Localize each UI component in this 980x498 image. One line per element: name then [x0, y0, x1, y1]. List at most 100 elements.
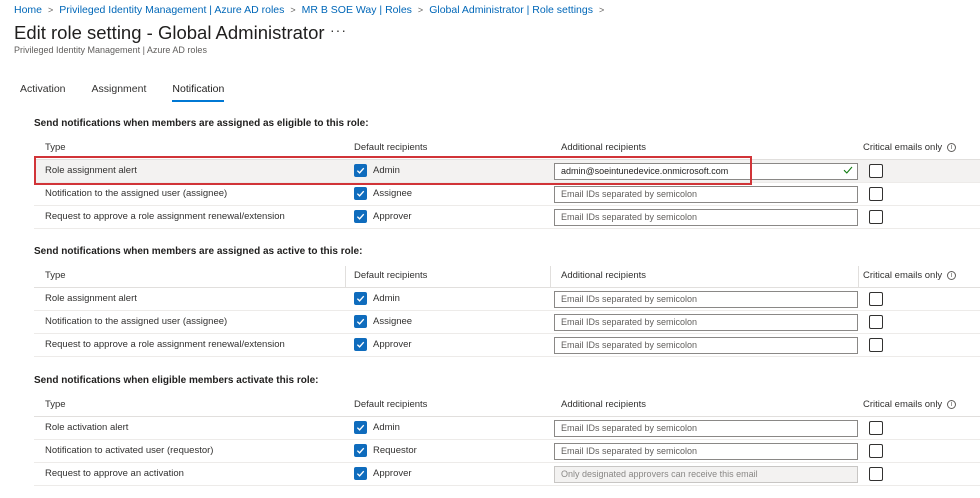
default-recipient-checkbox[interactable] [354, 444, 367, 457]
column-header-default: Default recipients [354, 399, 428, 410]
default-recipient: Approver [354, 210, 412, 223]
row-type: Notification to activated user (requesto… [45, 445, 214, 456]
check-icon [843, 166, 853, 174]
default-recipient-checkbox[interactable] [354, 164, 367, 177]
default-recipient: Requestor [354, 444, 417, 457]
column-header-additional: Additional recipients [561, 142, 647, 153]
additional-recipients-value: admin@soeintunedevice.onmicrosoft.com [561, 166, 729, 176]
additional-recipients-input[interactable]: Email IDs separated by semicolon [554, 337, 858, 354]
column-divider [858, 266, 859, 288]
default-recipient-label: Admin [373, 422, 400, 433]
default-recipient-label: Admin [373, 293, 400, 304]
table-row: Request to approve a role assignment ren… [34, 206, 980, 229]
column-header-default: Default recipients [354, 142, 428, 153]
breadcrumb-home[interactable]: Home [14, 4, 42, 16]
info-icon[interactable]: i [947, 399, 957, 409]
table-row: Notification to the assigned user (assig… [34, 311, 980, 334]
chevron-right-icon: > [290, 5, 296, 15]
row-type: Role assignment alert [45, 165, 137, 176]
table-row: Request to approve an activation Approve… [34, 463, 980, 486]
default-recipient: Admin [354, 164, 400, 177]
chevron-right-icon: > [599, 5, 605, 15]
breadcrumb-roles[interactable]: MR B SOE Way | Roles [302, 4, 412, 16]
breadcrumb-pim-azure-ad-roles[interactable]: Privileged Identity Management | Azure A… [59, 4, 284, 16]
row-type: Role assignment alert [45, 293, 137, 304]
default-recipient-checkbox[interactable] [354, 467, 367, 480]
default-recipient-checkbox[interactable] [354, 338, 367, 351]
column-header-critical: Critical emails only i [863, 142, 957, 153]
chevron-right-icon: > [48, 5, 54, 15]
default-recipient-checkbox[interactable] [354, 187, 367, 200]
breadcrumb-role-settings[interactable]: Global Administrator | Role settings [429, 4, 593, 16]
chevron-right-icon: > [417, 5, 424, 15]
row-type: Role activation alert [45, 422, 129, 433]
default-recipient-checkbox[interactable] [354, 210, 367, 223]
breadcrumb: Home > Privileged Identity Management | … [14, 4, 610, 16]
row-type: Notification to the assigned user (assig… [45, 188, 228, 199]
page-subtitle: Privileged Identity Management | Azure A… [14, 45, 207, 55]
row-type: Notification to the assigned user (assig… [45, 316, 228, 327]
column-header-default: Default recipients [354, 270, 428, 281]
default-recipient-label: Approver [373, 211, 412, 222]
critical-emails-checkbox[interactable] [869, 210, 883, 224]
default-recipient: Approver [354, 338, 412, 351]
additional-recipients-input-disabled: Only designated approvers can receive th… [554, 466, 858, 483]
default-recipient-checkbox[interactable] [354, 421, 367, 434]
info-icon[interactable]: i [947, 142, 957, 152]
critical-emails-checkbox[interactable] [869, 467, 883, 481]
default-recipient-checkbox[interactable] [354, 292, 367, 305]
default-recipient-checkbox[interactable] [354, 315, 367, 328]
default-recipient-label: Approver [373, 339, 412, 350]
additional-recipients-input[interactable]: Email IDs separated by semicolon [554, 291, 858, 308]
default-recipient: Admin [354, 421, 400, 434]
critical-emails-checkbox[interactable] [869, 338, 883, 352]
default-recipient: Assignee [354, 187, 412, 200]
column-header-type: Type [45, 399, 66, 410]
column-divider [345, 266, 346, 288]
additional-recipients-input[interactable]: admin@soeintunedevice.onmicrosoft.com [554, 163, 858, 180]
critical-emails-checkbox[interactable] [869, 421, 883, 435]
column-header-critical: Critical emails only i [863, 270, 957, 281]
table-row: Notification to the assigned user (assig… [34, 183, 980, 206]
row-type: Request to approve a role assignment ren… [45, 339, 285, 350]
active-notifications-table: Type Default recipients Additional recip… [34, 266, 980, 357]
more-options-icon[interactable]: ··· [330, 22, 347, 38]
critical-emails-checkbox[interactable] [869, 444, 883, 458]
default-recipient-label: Requestor [373, 445, 417, 456]
tab-notification[interactable]: Notification [172, 83, 225, 102]
section-title-activate: Send notifications when eligible members… [34, 375, 319, 386]
table-row: Role activation alert Admin Email IDs se… [34, 417, 980, 440]
page-title: Edit role setting - Global Administrator [14, 22, 325, 43]
default-recipient: Admin [354, 292, 400, 305]
column-header-type: Type [45, 142, 66, 153]
eligible-notifications-table: Type Default recipients Additional recip… [34, 138, 980, 229]
tab-activation[interactable]: Activation [20, 83, 66, 102]
column-divider [550, 266, 551, 288]
column-header-additional: Additional recipients [561, 399, 647, 410]
additional-recipients-input[interactable]: Email IDs separated by semicolon [554, 314, 858, 331]
critical-emails-checkbox[interactable] [869, 187, 883, 201]
row-type: Request to approve an activation [45, 468, 184, 479]
additional-recipients-input[interactable]: Email IDs separated by semicolon [554, 420, 858, 437]
column-header-type: Type [45, 270, 66, 281]
column-header-additional: Additional recipients [561, 270, 647, 281]
column-header-critical-label: Critical emails only [863, 142, 943, 153]
critical-emails-checkbox[interactable] [869, 292, 883, 306]
critical-emails-checkbox[interactable] [869, 315, 883, 329]
critical-emails-checkbox[interactable] [869, 164, 883, 178]
default-recipient: Assignee [354, 315, 412, 328]
table-row: Notification to activated user (requesto… [34, 440, 980, 463]
tab-assignment[interactable]: Assignment [92, 83, 147, 102]
table-row: Request to approve a role assignment ren… [34, 334, 980, 357]
additional-recipients-input[interactable]: Email IDs separated by semicolon [554, 209, 858, 226]
section-title-eligible: Send notifications when members are assi… [34, 118, 369, 129]
info-icon[interactable]: i [947, 270, 957, 280]
table-header: Type Default recipients Additional recip… [34, 138, 980, 160]
additional-recipients-input[interactable]: Email IDs separated by semicolon [554, 443, 858, 460]
column-header-critical-label: Critical emails only [863, 399, 943, 410]
additional-recipients-input[interactable]: Email IDs separated by semicolon [554, 186, 858, 203]
activation-notifications-table: Type Default recipients Additional recip… [34, 395, 980, 486]
column-header-critical-label: Critical emails only [863, 270, 943, 281]
table-header: Type Default recipients Additional recip… [34, 395, 980, 417]
default-recipient-label: Assignee [373, 316, 413, 327]
